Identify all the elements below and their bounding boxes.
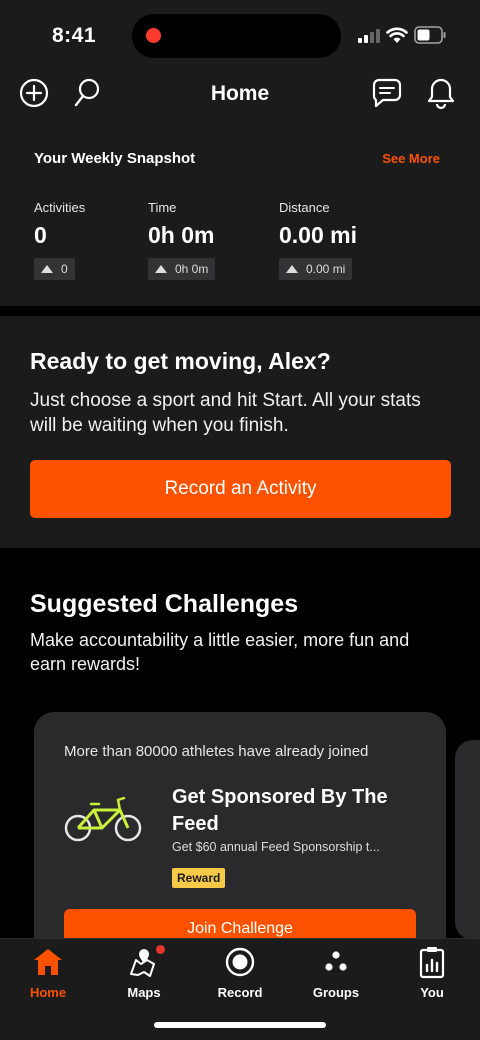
stat-delta-badge: 0h 0m	[148, 258, 216, 280]
status-bar: 8:41	[0, 0, 480, 72]
stat-label: Activities	[34, 200, 86, 215]
groups-icon	[319, 945, 353, 979]
stat-delta-value: 0.00 mi	[306, 262, 346, 276]
next-challenge-card[interactable]	[455, 740, 480, 940]
challenge-description: Get $60 annual Feed Sponsorship t...	[172, 840, 380, 854]
you-icon	[415, 945, 449, 979]
app-header: Home	[0, 72, 480, 120]
dynamic-island	[132, 14, 341, 58]
maps-icon	[127, 945, 165, 979]
page-title: Home	[210, 82, 270, 105]
ready-title: Ready to get moving, Alex?	[30, 348, 331, 374]
stat-time: Time 0h 0m 0h 0m	[148, 200, 216, 280]
challenge-name: Get Sponsored By The Feed	[172, 786, 388, 835]
stat-activities: Activities 0 0	[34, 200, 85, 280]
tab-record[interactable]: Record	[192, 945, 288, 1000]
challenges-title: Suggested Challenges	[30, 590, 299, 618]
bike-icon	[64, 796, 142, 842]
cellular-signal-icon	[358, 28, 380, 43]
tab-home[interactable]: Home	[0, 945, 96, 1000]
stat-value: 0h 0m	[148, 222, 215, 248]
wifi-icon	[386, 27, 408, 43]
ready-card: Ready to get moving, Alex? Just choose a…	[0, 316, 480, 548]
stat-delta-badge: 0.00 mi	[279, 258, 353, 280]
home-indicator	[154, 1022, 326, 1028]
stat-value: 0.00 mi	[279, 222, 357, 248]
challenge-card[interactable]: More than 80000 athletes have already jo…	[34, 712, 446, 972]
messages-icon[interactable]	[370, 76, 404, 110]
stat-value: 0	[34, 222, 47, 248]
record-icon	[223, 945, 257, 979]
challenges-text: Make accountability a little easier, mor…	[30, 630, 410, 674]
tab-label: Groups	[312, 985, 360, 1000]
challenge-joined-count: More than 80000 athletes have already jo…	[64, 743, 369, 760]
tab-label: You	[420, 985, 444, 1000]
tab-label: Maps	[127, 985, 161, 1000]
stat-delta-value: 0h 0m	[175, 262, 209, 276]
maps-badge	[156, 945, 165, 954]
snapshot-title: Your Weekly Snapshot	[34, 150, 196, 167]
tab-label: Record	[217, 985, 263, 1000]
status-time: 8:41	[52, 24, 97, 47]
recording-indicator-icon	[146, 28, 161, 43]
stat-delta-badge: 0	[34, 258, 75, 280]
up-arrow-icon	[41, 265, 53, 273]
see-more-link[interactable]: See More	[382, 151, 440, 166]
weekly-snapshot-card[interactable]: Your Weekly Snapshot See More Activities…	[0, 120, 480, 306]
tab-groups[interactable]: Groups	[288, 945, 384, 1000]
notifications-icon[interactable]	[424, 76, 458, 110]
ready-text: Just choose a sport and hit Start. All y…	[30, 390, 421, 436]
reward-badge: Reward	[172, 868, 226, 888]
stat-label: Time	[148, 200, 177, 215]
stat-distance: Distance 0.00 mi 0.00 mi	[279, 200, 357, 280]
tab-you[interactable]: You	[384, 945, 480, 1000]
stat-delta-value: 0	[61, 262, 68, 276]
record-activity-button[interactable]: Record an Activity	[30, 460, 451, 518]
tab-label: Home	[29, 985, 67, 1000]
home-icon	[31, 945, 65, 979]
tab-maps[interactable]: Maps	[96, 945, 192, 1000]
battery-icon	[414, 26, 446, 44]
up-arrow-icon	[155, 265, 167, 273]
up-arrow-icon	[286, 265, 298, 273]
stat-label: Distance	[279, 200, 330, 215]
